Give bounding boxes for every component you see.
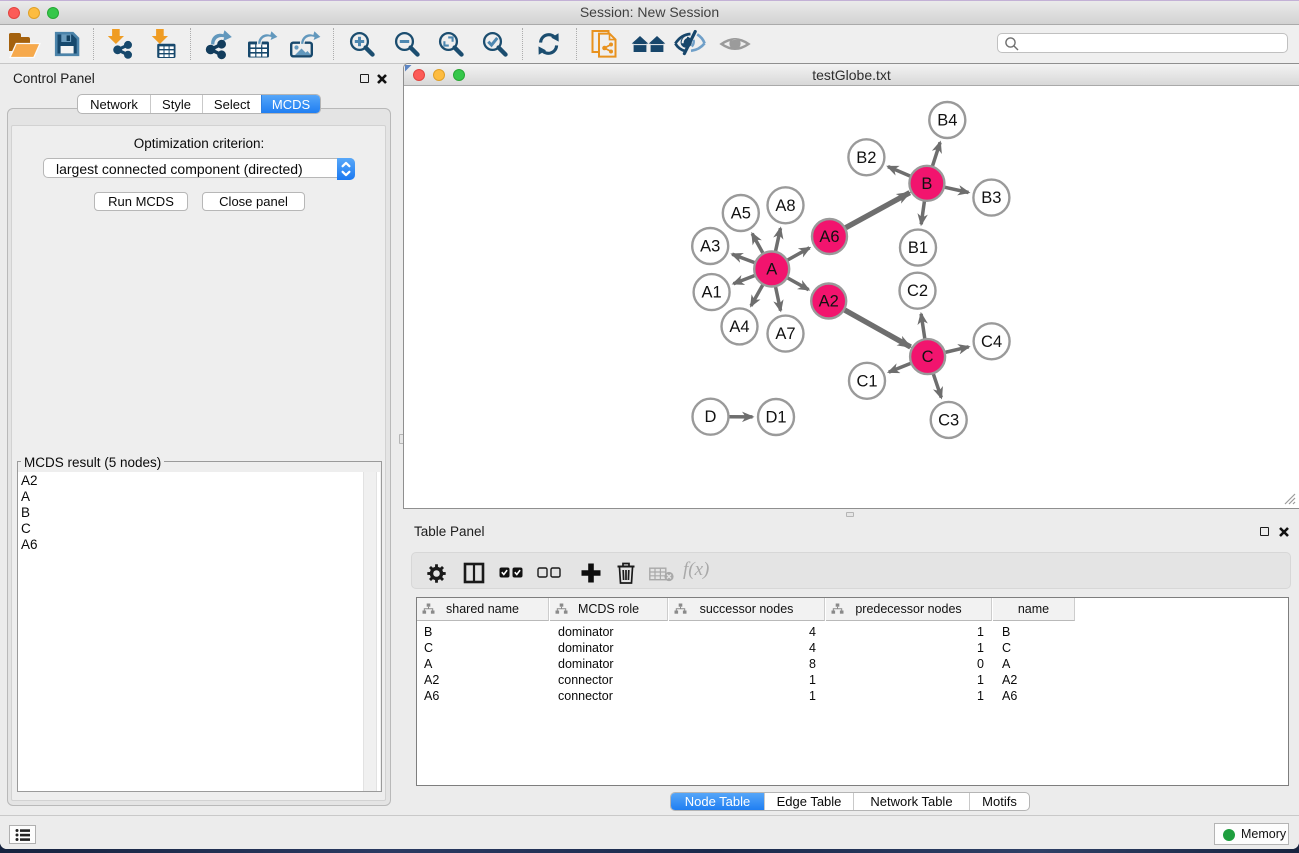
svg-text:C: C <box>922 348 934 366</box>
svg-text:C3: C3 <box>938 411 959 429</box>
svg-text:A4: A4 <box>729 318 749 336</box>
svg-text:A1: A1 <box>702 284 722 302</box>
svg-text:A6: A6 <box>819 228 839 246</box>
svg-text:A7: A7 <box>775 325 795 343</box>
svg-text:C1: C1 <box>856 372 877 390</box>
svg-text:C4: C4 <box>981 333 1002 351</box>
svg-text:A: A <box>766 261 777 279</box>
svg-text:C2: C2 <box>907 282 928 300</box>
svg-text:B: B <box>921 175 932 193</box>
svg-text:B2: B2 <box>856 149 876 167</box>
svg-text:B4: B4 <box>937 112 957 130</box>
svg-text:B1: B1 <box>908 239 928 257</box>
svg-text:A3: A3 <box>700 238 720 256</box>
svg-text:A5: A5 <box>731 205 751 223</box>
svg-text:D1: D1 <box>765 409 786 427</box>
svg-text:A2: A2 <box>819 293 839 311</box>
svg-text:A8: A8 <box>775 197 795 215</box>
svg-text:D: D <box>705 408 717 426</box>
svg-text:B3: B3 <box>981 189 1001 207</box>
